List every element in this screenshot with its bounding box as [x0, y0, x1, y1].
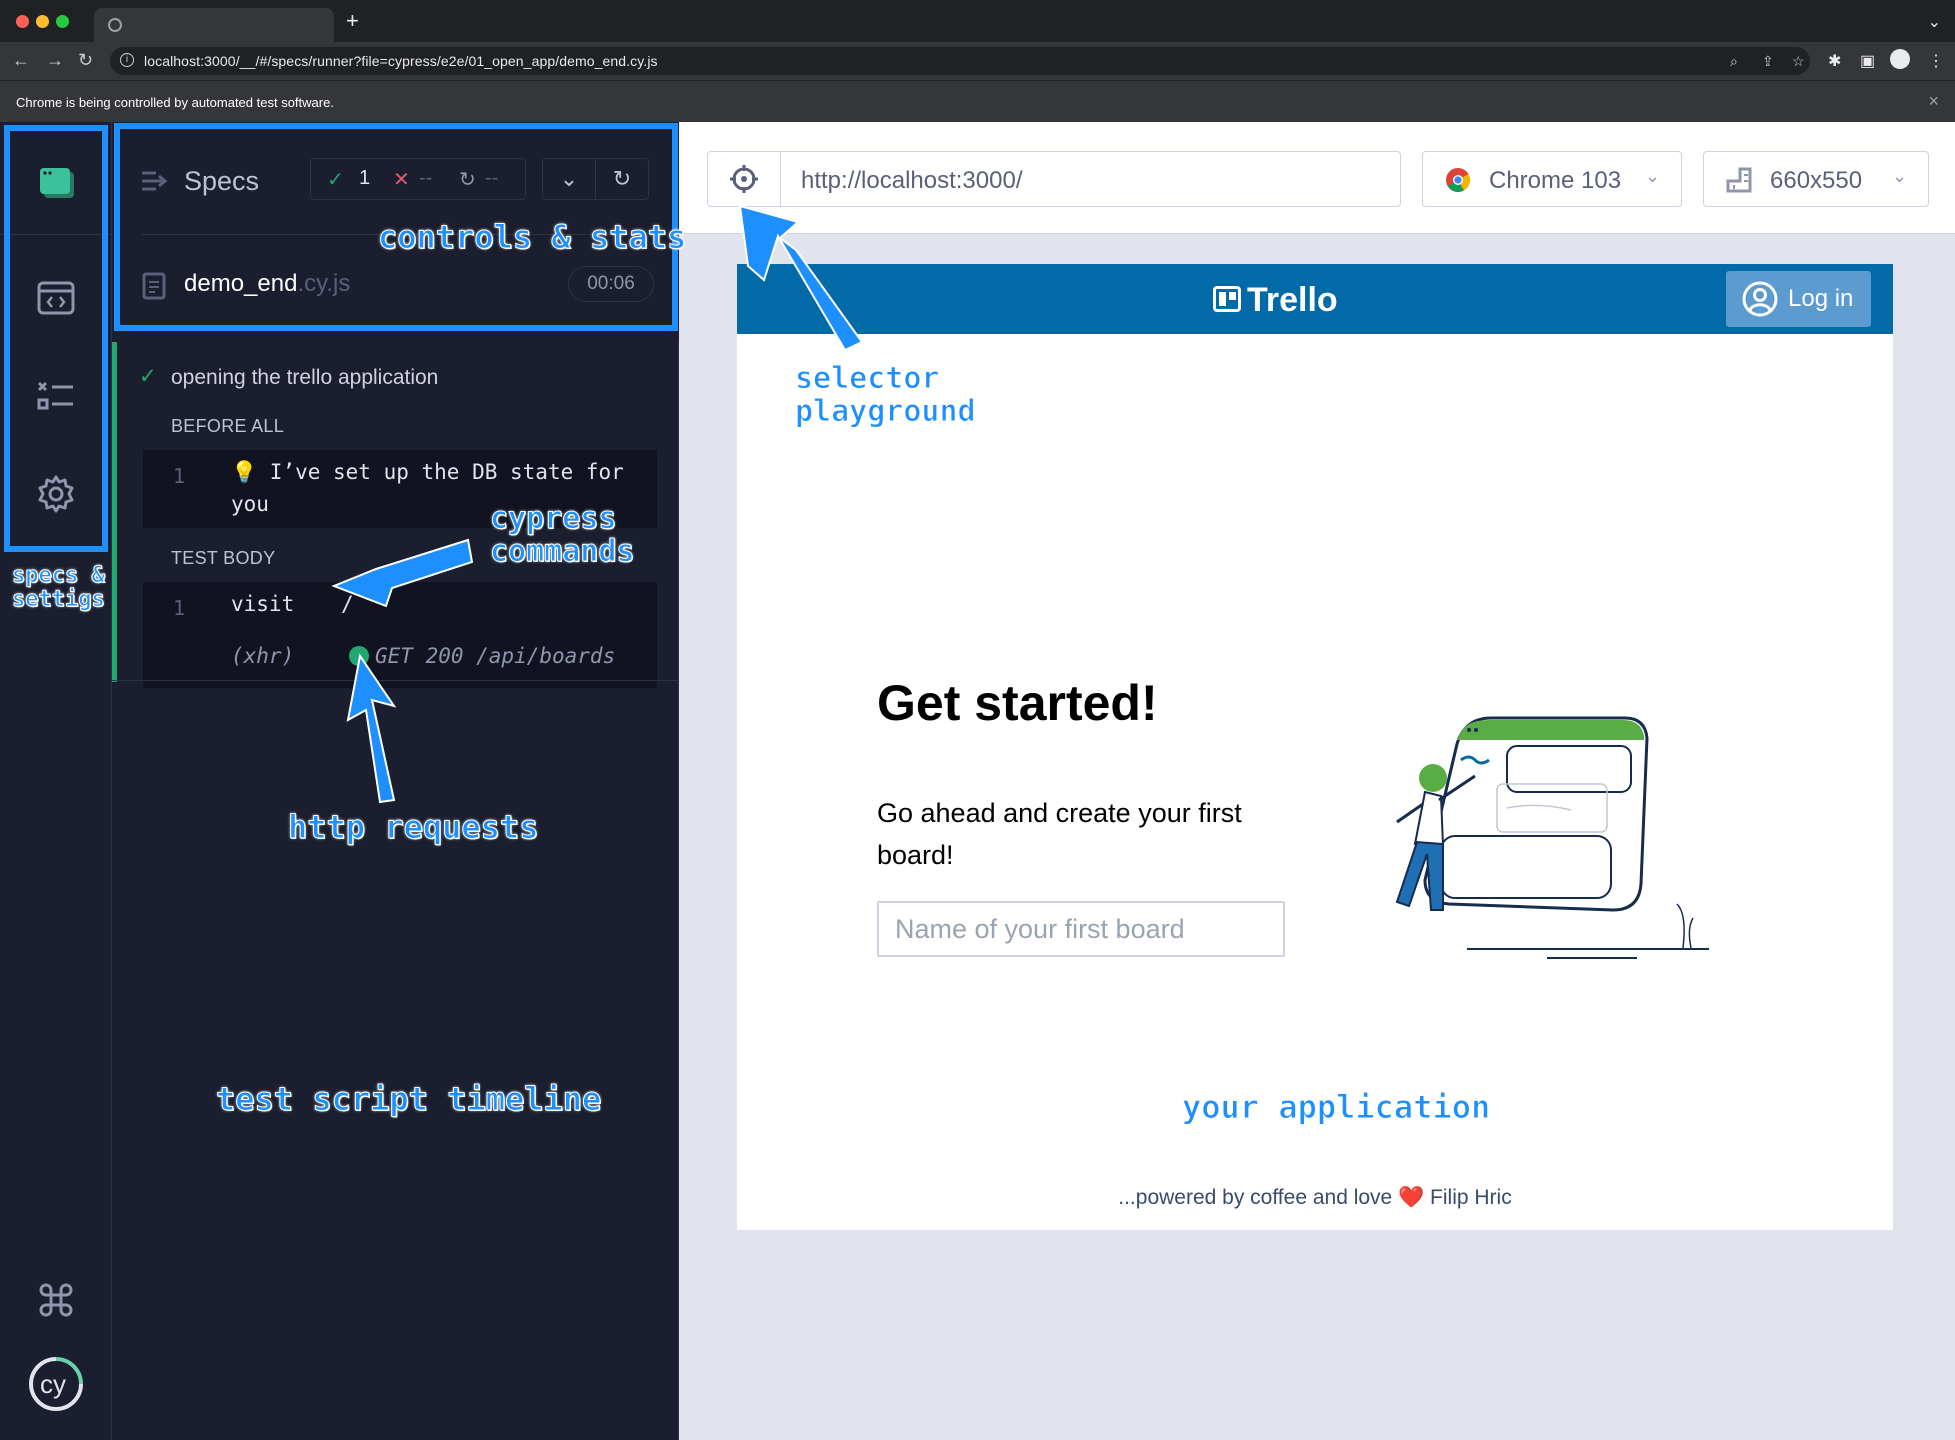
annotation-controls: controls & stats	[377, 218, 687, 256]
annotation-application: your application	[1181, 1088, 1491, 1126]
annotation-cypress: cypress commands	[490, 501, 635, 569]
annotation-arrows	[331, 204, 864, 804]
annotation-specs: specs & settigs	[12, 563, 106, 613]
annotation-timeline: test script timeline	[215, 1080, 602, 1118]
annotation-selector: selector playground	[795, 361, 977, 429]
annotation-http: http requests	[287, 808, 539, 846]
